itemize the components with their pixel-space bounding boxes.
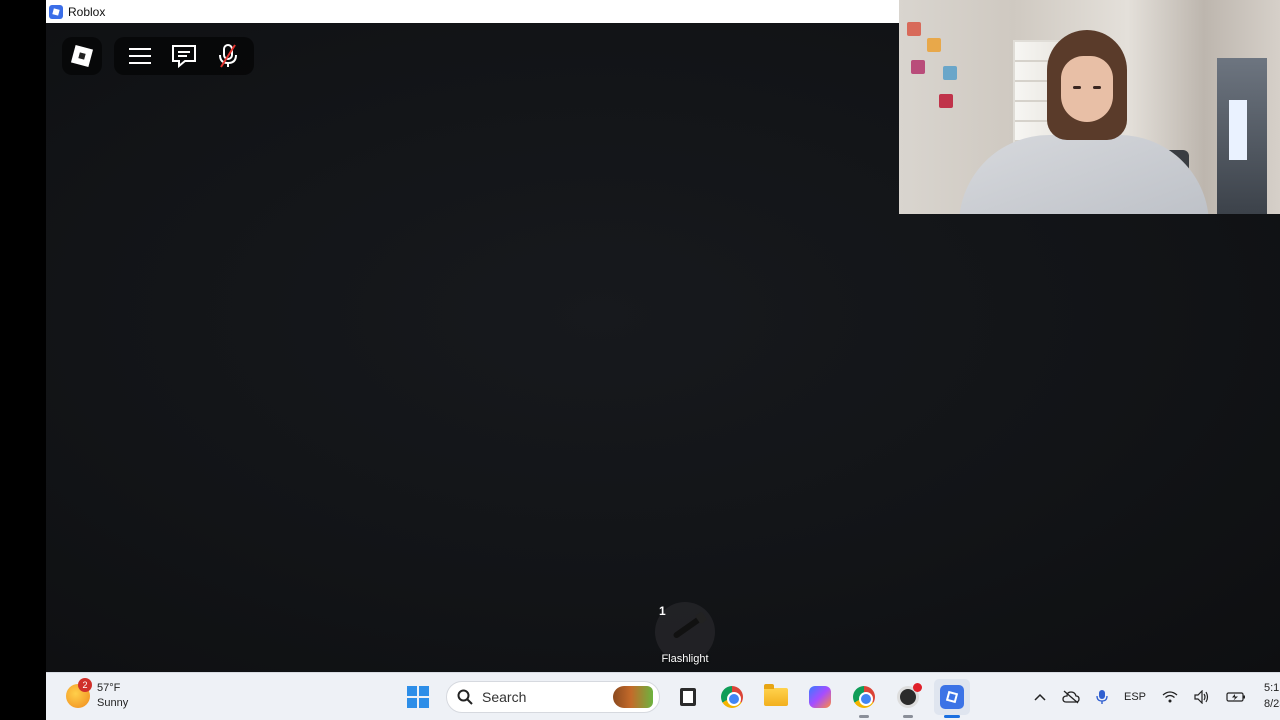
windows-logo-icon [407, 686, 429, 708]
active-indicator [944, 715, 960, 718]
person-body [959, 135, 1209, 214]
wall-poster [927, 38, 941, 52]
menu-button[interactable] [118, 37, 162, 75]
weather-condition: Sunny [97, 697, 129, 709]
hotbar-tool-name: Flashlight [661, 653, 709, 665]
network-button[interactable] [1162, 691, 1178, 703]
weather-text: 57°F Sunny [97, 681, 128, 711]
roblox-app-icon [49, 4, 63, 19]
microphone-icon [1096, 690, 1108, 704]
chevron-up-icon [1034, 693, 1046, 701]
running-indicator [859, 715, 869, 718]
chrome-button[interactable] [714, 679, 750, 715]
hotbar-slot-number: 1 [659, 604, 666, 618]
battery-button[interactable] [1226, 691, 1246, 703]
muted-mic-icon [219, 44, 237, 68]
weather-temperature: 57°F [97, 682, 121, 694]
person-eye [1073, 86, 1081, 89]
weather-widget[interactable]: 2 57°F Sunny [66, 678, 128, 711]
system-tray: ESP [1026, 681, 1254, 713]
roblox-logo-icon [70, 44, 94, 68]
copilot-button[interactable] [802, 679, 838, 715]
chat-button[interactable] [162, 37, 206, 75]
taskbar-search[interactable]: Search [446, 681, 660, 713]
wifi-icon [1162, 691, 1178, 703]
roblox-logo-button[interactable] [62, 37, 102, 75]
notification-badge: 2 [78, 678, 92, 692]
hamburger-icon [129, 48, 151, 64]
wall-poster [911, 60, 925, 74]
search-label: Search [482, 689, 527, 705]
wall-poster [943, 66, 957, 80]
webcam-overlay [899, 0, 1280, 214]
chrome-icon [721, 686, 743, 708]
windows-taskbar: 2 57°F Sunny Search ESP 5:1 8/2 [46, 672, 1280, 720]
wall-poster [907, 22, 921, 36]
obs-button[interactable] [890, 679, 926, 718]
wall-poster [939, 94, 953, 108]
window-light [1229, 100, 1247, 160]
start-button[interactable] [400, 679, 436, 715]
taskbar-apps: Search [396, 679, 974, 718]
obs-icon [897, 683, 922, 708]
system-clock[interactable]: 5:1 8/23/ [1264, 680, 1280, 712]
roblox-icon [940, 685, 964, 709]
person-eye [1093, 86, 1101, 89]
microphone-tray-button[interactable] [1096, 689, 1108, 705]
search-highlight-icon [613, 686, 653, 708]
task-view-button[interactable] [670, 679, 706, 715]
volume-button[interactable] [1194, 690, 1210, 704]
language-indicator[interactable]: ESP [1124, 691, 1146, 703]
window-titlebar[interactable]: Roblox [46, 0, 900, 23]
chrome-profile-icon [853, 686, 875, 708]
task-view-icon [680, 688, 696, 706]
show-hidden-icons-button[interactable] [1034, 693, 1046, 701]
onedrive-button[interactable] [1062, 690, 1080, 704]
roblox-taskbar-button[interactable] [934, 679, 970, 718]
roblox-control-group [114, 37, 254, 75]
battery-charging-icon [1226, 692, 1246, 702]
chrome-profile-button[interactable] [846, 679, 882, 718]
copilot-icon [809, 686, 831, 708]
window-title: Roblox [68, 4, 106, 19]
clock-date: 8/23/ [1264, 698, 1280, 710]
recording-dot-icon [913, 683, 922, 692]
search-icon [457, 689, 473, 705]
hotbar-slot[interactable]: 1 Flashlight [655, 602, 715, 670]
person-face [1061, 56, 1113, 122]
roblox-topbar [62, 37, 254, 75]
cloud-off-icon [1062, 690, 1080, 704]
running-indicator [903, 715, 913, 718]
mic-button[interactable] [206, 37, 250, 75]
sun-icon: 2 [66, 678, 92, 708]
folder-icon [764, 684, 788, 706]
file-explorer-button[interactable] [758, 679, 794, 715]
chat-icon [172, 45, 196, 68]
speaker-icon [1194, 690, 1209, 704]
clock-time: 5:1 [1264, 682, 1280, 694]
